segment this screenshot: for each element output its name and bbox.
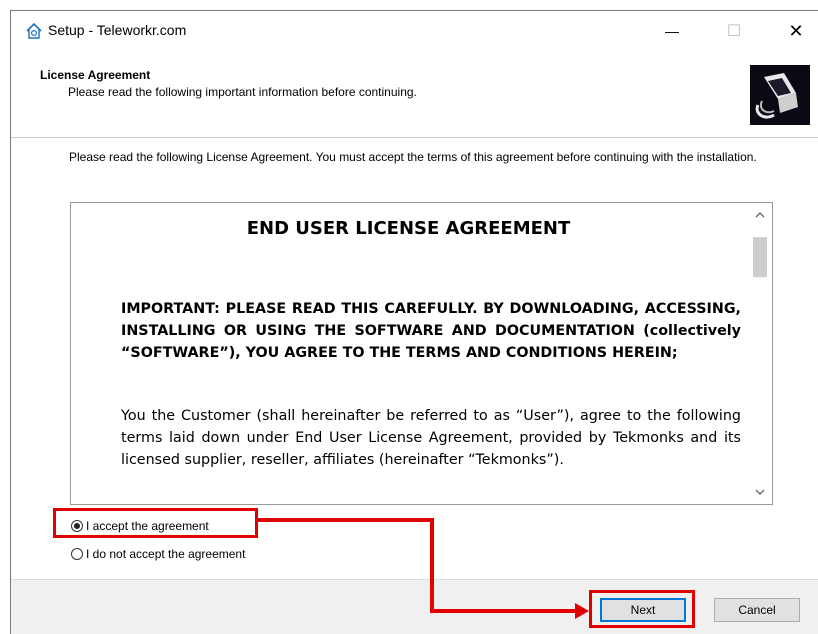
annotation-arrow — [258, 518, 589, 619]
